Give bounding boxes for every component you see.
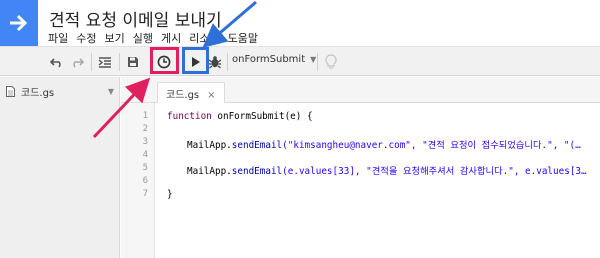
function-select[interactable]: onFormSubmit ▼ (232, 54, 316, 65)
triggers-highlight-box (150, 47, 179, 74)
app-header: 견적 요청 이메일 보내기 파일 수정 보기 실행 게시 리소스 도움말 (0, 0, 600, 46)
redo-icon[interactable] (68, 54, 86, 70)
line-number: 5 (142, 163, 148, 173)
toolbar-divider (91, 53, 92, 71)
sidebar-file-label: 코드.gs (21, 88, 55, 99)
code-method: sendEmail (231, 166, 283, 177)
menu-file[interactable]: 파일 (48, 30, 74, 46)
line-number: 4 (142, 150, 148, 160)
code-line-3: MailApp.sendEmail("kimsangheu@naver.com"… (187, 137, 581, 151)
run-highlight-box (182, 47, 209, 74)
chevron-down-icon[interactable]: ▼ (108, 87, 114, 96)
toolbar-divider (119, 53, 120, 71)
line-number: 2 (142, 124, 148, 134)
code-text: MailApp. (187, 140, 232, 151)
lightbulb-icon[interactable] (322, 54, 340, 70)
line-number: 7 (142, 189, 148, 199)
menu-help[interactable]: 도움말 (228, 30, 264, 46)
code-line-1: function onFormSubmit(e) { (167, 111, 313, 122)
close-icon[interactable]: × (207, 90, 215, 101)
function-select-value: onFormSubmit (232, 54, 306, 65)
code-text: (e) { (284, 111, 313, 122)
code-function-name: onFormSubmit (217, 111, 285, 122)
line-number: 1 (142, 111, 148, 121)
sidebar-file-code-gs[interactable]: 코드.gs ▼ (6, 84, 114, 99)
code-method: sendEmail (231, 140, 283, 151)
file-sidebar: 코드.gs ▼ (0, 77, 120, 258)
code-line-5: MailApp.sendEmail(e.values[33], "견적을 요청해… (187, 163, 587, 177)
line-number: 6 (142, 176, 148, 186)
code-editor[interactable]: 코드.gs × 1 2 3 4 5 6 7 function onFormSubm… (121, 77, 600, 258)
menu-publish[interactable]: 게시 (161, 30, 187, 46)
indent-icon[interactable] (96, 54, 114, 70)
toolbar-divider (227, 53, 228, 71)
line-number-gutter: 1 2 3 4 5 6 7 (121, 103, 155, 258)
code-line-7: } (167, 189, 173, 200)
code-keyword: function (167, 111, 212, 122)
toolbar-divider (317, 53, 318, 71)
code-text: (e.values[33], "견적을 요청해주셔서 감사합니다.", e.va… (282, 166, 587, 177)
toolbar: onFormSubmit ▼ (0, 46, 600, 76)
undo-icon[interactable] (48, 54, 66, 70)
code-text: MailApp. (187, 166, 232, 177)
project-title[interactable]: 견적 요청 이메일 보내기 (49, 6, 222, 31)
menu-bar: 파일 수정 보기 실행 게시 리소스 도움말 (48, 30, 266, 46)
arrow-right-icon (10, 14, 28, 32)
menu-edit[interactable]: 수정 (76, 30, 102, 46)
tab-label: 코드.gs (166, 90, 200, 101)
tab-code-gs[interactable]: 코드.gs × (157, 82, 225, 103)
apps-script-logo[interactable] (0, 0, 38, 46)
save-icon[interactable] (124, 54, 142, 70)
code-text: ("kimsangheu@naver.com", "견적 요청이 접수되었습니다… (282, 140, 581, 151)
file-icon (6, 86, 15, 97)
editor-tab-bar: 코드.gs × (121, 77, 600, 103)
menu-resources[interactable]: 리소스 (189, 30, 225, 46)
menu-run[interactable]: 실행 (133, 30, 159, 46)
line-number: 3 (142, 137, 148, 147)
menu-view[interactable]: 보기 (105, 30, 131, 46)
chevron-down-icon: ▼ (310, 55, 317, 64)
